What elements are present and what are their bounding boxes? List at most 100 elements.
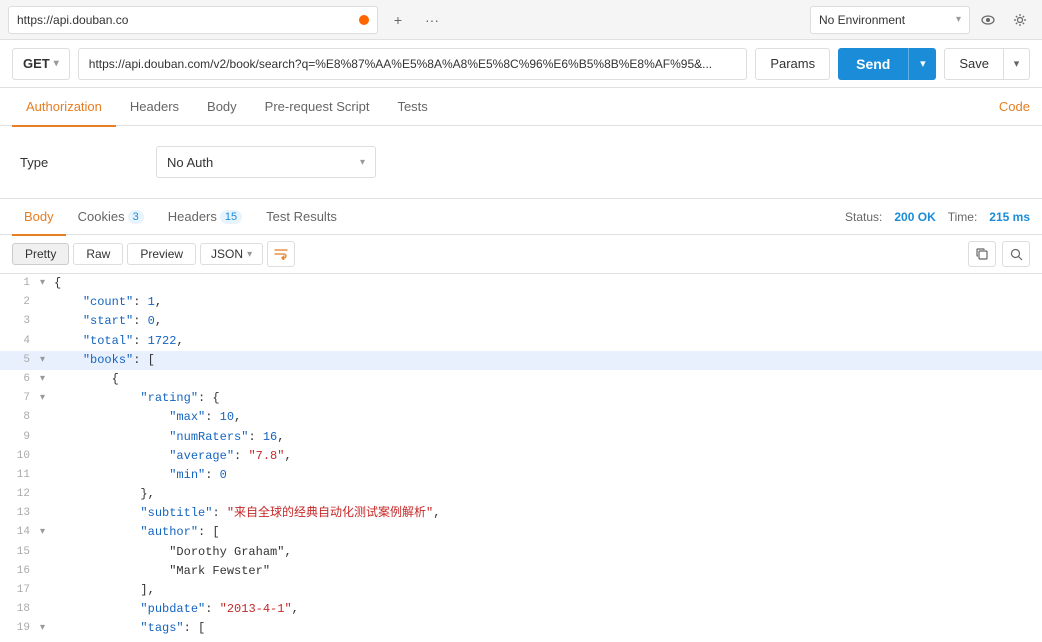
copy-button[interactable]	[968, 241, 996, 267]
resp-tab-testresults[interactable]: Test Results	[254, 200, 349, 236]
tab-url-bar: https://api.douban.co	[8, 6, 378, 34]
fold-arrow-icon	[40, 504, 54, 506]
time-label: Time:	[948, 210, 978, 224]
resp-tab-cookies[interactable]: Cookies 3	[66, 200, 156, 236]
code-line-content: {	[54, 639, 1042, 642]
line-number: 2	[0, 293, 40, 312]
code-line-content: "numRaters": 16,	[54, 428, 1042, 447]
fold-arrow-icon	[40, 543, 54, 545]
method-dropdown[interactable]: GET ▾	[12, 48, 70, 80]
tabs-left: Authorization Headers Body Pre-request S…	[12, 88, 442, 126]
preview-button[interactable]: Preview	[127, 243, 196, 265]
status-value: 200 OK	[894, 210, 935, 224]
headers-badge: 15	[220, 210, 242, 224]
table-row: 14▾ "author": [	[0, 523, 1042, 542]
method-label: GET	[23, 56, 50, 71]
raw-button[interactable]: Raw	[73, 243, 123, 265]
fold-arrow-icon	[40, 562, 54, 564]
new-tab-button[interactable]: +	[384, 6, 412, 34]
line-number: 3	[0, 312, 40, 331]
table-row: 19▾ "tags": [	[0, 619, 1042, 638]
request-bar: GET ▾ Params Send ▾ Save ▾	[0, 40, 1042, 88]
settings-button[interactable]	[1006, 6, 1034, 34]
table-row: 16 "Mark Fewster"	[0, 562, 1042, 581]
line-number: 10	[0, 447, 40, 466]
fold-arrow-icon[interactable]: ▾	[40, 389, 54, 407]
table-row: 7▾ "rating": {	[0, 389, 1042, 408]
code-line-content: "subtitle": "来自全球的经典自动化测试案例解析",	[54, 504, 1042, 523]
fold-arrow-icon[interactable]: ▾	[40, 619, 54, 637]
line-number: 19	[0, 619, 40, 638]
line-number: 8	[0, 408, 40, 427]
code-line-content: "start": 0,	[54, 312, 1042, 331]
code-line-content: {	[54, 274, 1042, 293]
code-line-content: "tags": [	[54, 619, 1042, 638]
search-button[interactable]	[1002, 241, 1030, 267]
code-link[interactable]: Code	[999, 99, 1030, 114]
send-arrow-button[interactable]: ▾	[908, 48, 936, 80]
fold-arrow-icon	[40, 581, 54, 583]
table-row: 18 "pubdate": "2013-4-1",	[0, 600, 1042, 619]
code-line-content: "books": [	[54, 351, 1042, 370]
eye-icon-button[interactable]	[974, 6, 1002, 34]
environment-selector[interactable]: No Environment ▾	[810, 6, 970, 34]
send-button-group: Send ▾	[838, 48, 936, 80]
tab-tests[interactable]: Tests	[383, 89, 441, 127]
params-button[interactable]: Params	[755, 48, 830, 80]
format-dropdown[interactable]: JSON ▾	[200, 243, 263, 265]
fold-arrow-icon	[40, 408, 54, 410]
fold-arrow-icon	[40, 485, 54, 487]
send-button[interactable]: Send	[838, 48, 908, 80]
format-arrow-icon: ▾	[247, 249, 252, 260]
fold-arrow-icon[interactable]: ▾	[40, 523, 54, 541]
resp-tab-body[interactable]: Body	[12, 200, 66, 236]
save-arrow-button[interactable]: ▾	[1004, 48, 1030, 80]
fold-arrow-icon[interactable]: ▾	[40, 351, 54, 369]
fold-arrow-icon	[40, 466, 54, 468]
cookies-badge: 3	[128, 210, 144, 224]
table-row: 4 "total": 1722,	[0, 332, 1042, 351]
line-number: 12	[0, 485, 40, 504]
tab-body[interactable]: Body	[193, 89, 251, 127]
line-number: 9	[0, 428, 40, 447]
fold-arrow-icon	[40, 600, 54, 602]
response-tabs-row: Body Cookies 3 Headers 15 Test Results S…	[0, 199, 1042, 235]
fold-arrow-icon	[40, 428, 54, 430]
line-number: 17	[0, 581, 40, 600]
status-label: Status:	[845, 210, 882, 224]
fold-arrow-icon	[40, 332, 54, 334]
line-number: 16	[0, 562, 40, 581]
fold-arrow-icon[interactable]: ▾	[40, 639, 54, 642]
line-number: 20	[0, 639, 40, 642]
line-number: 1	[0, 274, 40, 293]
line-number: 6	[0, 370, 40, 389]
auth-type-label: Type	[20, 155, 140, 170]
code-line-content: "author": [	[54, 523, 1042, 542]
line-number: 15	[0, 543, 40, 562]
resp-tab-headers[interactable]: Headers 15	[156, 200, 254, 236]
code-area[interactable]: 1▾{2 "count": 1,3 "start": 0,4 "total": …	[0, 274, 1042, 642]
more-options-button[interactable]: ···	[418, 6, 446, 34]
auth-type-dropdown[interactable]: No Auth ▾	[156, 146, 376, 178]
table-row: 20▾ {	[0, 639, 1042, 642]
tab-authorization[interactable]: Authorization	[12, 89, 116, 127]
line-number: 4	[0, 332, 40, 351]
table-row: 5▾ "books": [	[0, 351, 1042, 370]
pretty-button[interactable]: Pretty	[12, 243, 69, 265]
fold-arrow-icon[interactable]: ▾	[40, 370, 54, 388]
code-line-content: "Dorothy Graham",	[54, 543, 1042, 562]
code-line-content: "max": 10,	[54, 408, 1042, 427]
code-line-content: "total": 1722,	[54, 332, 1042, 351]
code-line-content: },	[54, 485, 1042, 504]
method-arrow-icon: ▾	[54, 58, 59, 69]
environment-label: No Environment	[819, 13, 950, 27]
table-row: 6▾ {	[0, 370, 1042, 389]
time-value: 215 ms	[989, 210, 1030, 224]
tab-prerequest[interactable]: Pre-request Script	[251, 89, 384, 127]
fold-arrow-icon[interactable]: ▾	[40, 274, 54, 292]
top-bar: https://api.douban.co + ··· No Environme…	[0, 0, 1042, 40]
url-input[interactable]	[78, 48, 748, 80]
tab-headers[interactable]: Headers	[116, 89, 193, 127]
save-button[interactable]: Save	[944, 48, 1004, 80]
wrap-button[interactable]	[267, 241, 295, 267]
